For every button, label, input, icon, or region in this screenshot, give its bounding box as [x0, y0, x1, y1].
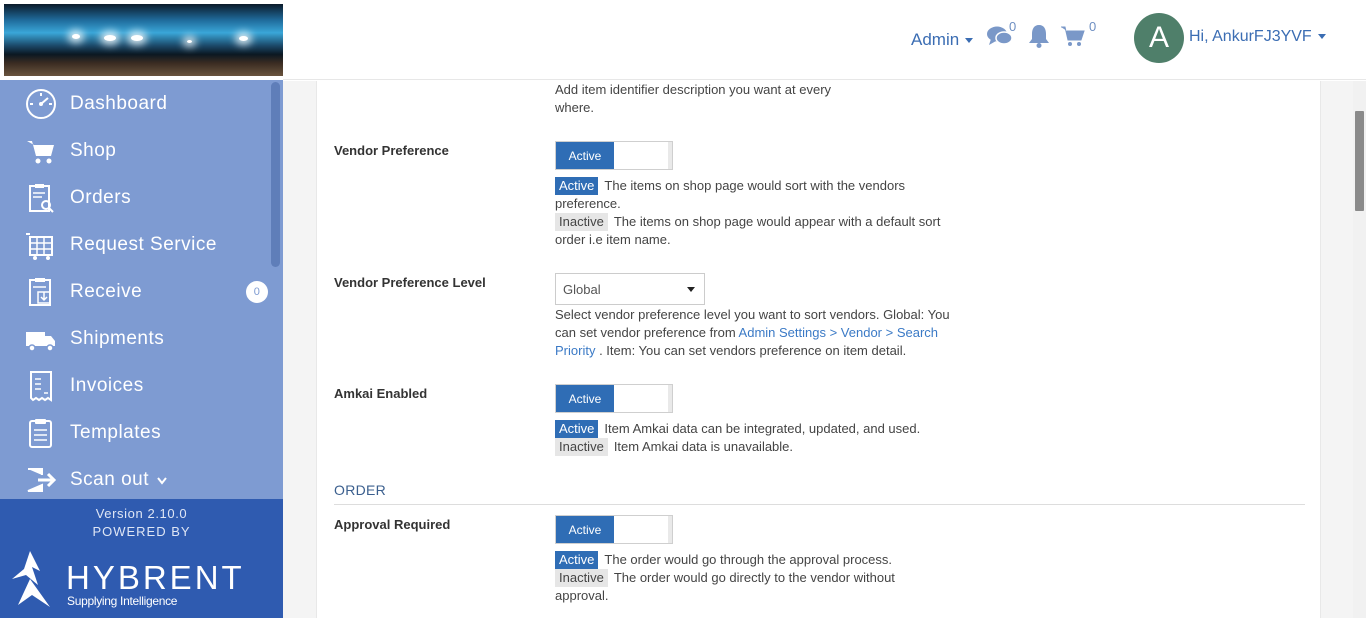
messages-count: 0 [1009, 19, 1017, 34]
version-text: Version 2.10.0 [95, 506, 188, 521]
sidebar-item-scan-out[interactable]: Scan out [0, 456, 283, 503]
request-service-icon [24, 228, 58, 262]
priority-link[interactable]: Priority [555, 343, 595, 358]
sidebar-item-dashboard[interactable]: Dashboard [0, 80, 283, 127]
section-divider [334, 504, 1305, 505]
amkai-enabled-label: Amkai Enabled [334, 386, 428, 401]
avatar[interactable]: A [1134, 13, 1184, 63]
templates-icon [24, 416, 58, 450]
admin-settings-link[interactable]: Admin Settings > Vendor > Search [739, 325, 938, 340]
order-section-title: ORDER [334, 482, 387, 498]
amkai-enabled-toggle[interactable]: Active [555, 384, 673, 413]
identifier-description: Add item identifier description you want… [555, 82, 832, 115]
sidebar-item-shop[interactable]: Shop [0, 127, 283, 174]
caret-down-icon [1317, 34, 1326, 40]
orders-icon [24, 181, 58, 215]
approval-help: Active The order would go through the app… [555, 551, 895, 603]
scan-out-icon [24, 463, 58, 497]
sidebar-item-label: Shipments [70, 327, 165, 349]
sidebar-nav: Dashboard Shop Orders Request Service Re… [0, 80, 283, 503]
receive-icon [24, 275, 58, 309]
page-scrollbar[interactable] [1353, 81, 1366, 618]
main-content: Add item identifier description you want… [283, 81, 1353, 618]
brand-name: HYBRENT [66, 559, 245, 596]
approval-required-toggle[interactable]: Active [555, 515, 673, 544]
admin-label: Admin [911, 30, 960, 49]
vendor-preference-level-select[interactable]: Global [555, 273, 705, 305]
sidebar-item-templates[interactable]: Templates [0, 409, 283, 456]
admin-dropdown[interactable]: Admin [911, 30, 974, 50]
sidebar-item-label: Orders [70, 186, 132, 208]
approval-required-label: Approval Required [334, 517, 451, 532]
header-banner-image[interactable] [4, 4, 283, 76]
sidebar: Dashboard Shop Orders Request Service Re… [0, 0, 283, 618]
chevron-down-icon [157, 469, 167, 491]
top-header: Admin 0 0 A Hi, AnkurFJ3YVF [283, 0, 1366, 80]
truck-icon [24, 322, 58, 356]
sidebar-item-label: Shop [70, 139, 117, 161]
sidebar-item-label: Templates [70, 421, 162, 443]
sidebar-item-label: Invoices [70, 374, 144, 396]
cart-icon [24, 134, 58, 168]
sidebar-item-orders[interactable]: Orders [0, 174, 283, 221]
sidebar-scrollbar[interactable] [271, 82, 280, 267]
sidebar-item-receive[interactable]: Receive 0 [0, 268, 283, 315]
caret-down-icon [965, 38, 974, 44]
caret-down-icon [687, 287, 695, 292]
sidebar-footer: Version 2.10.0 POWERED BY HYBRENT Supply… [0, 499, 283, 618]
vendor-preference-label: Vendor Preference [334, 143, 449, 158]
vendor-preference-help: Active The items on shop page would sort … [555, 177, 941, 247]
settings-panel: Add item identifier description you want… [316, 81, 1321, 618]
vendor-preference-level-label: Vendor Preference Level [334, 275, 486, 290]
vendor-preference-toggle[interactable]: Active [555, 141, 673, 170]
user-greeting: Hi, AnkurFJ3YVF [1189, 28, 1312, 45]
cart-icon[interactable] [1060, 24, 1086, 53]
sidebar-item-label: Dashboard [70, 92, 168, 114]
brand-tagline: Supplying Intelligence [67, 594, 178, 608]
receive-count-badge: 0 [246, 281, 268, 303]
sidebar-item-label: Receive [70, 280, 143, 302]
vendor-preference-level-help: Select vendor preference level you want … [555, 307, 950, 358]
sidebar-item-label: Request Service [70, 233, 217, 255]
sidebar-item-label: Scan out [70, 468, 149, 490]
dashboard-icon [24, 87, 58, 121]
amkai-help: Active Item Amkai data can be integrated,… [555, 420, 920, 456]
invoice-icon [24, 369, 58, 403]
cart-count: 0 [1089, 19, 1097, 34]
user-menu[interactable]: Hi, AnkurFJ3YVF [1189, 28, 1326, 46]
hybrent-logo-icon [10, 549, 52, 614]
logo-area [0, 0, 283, 80]
sidebar-item-invoices[interactable]: Invoices [0, 362, 283, 409]
bell-icon[interactable] [1028, 24, 1050, 53]
sidebar-item-request-service[interactable]: Request Service [0, 221, 283, 268]
page-scrollbar-thumb[interactable] [1355, 111, 1364, 211]
sidebar-item-shipments[interactable]: Shipments [0, 315, 283, 362]
powered-by-text: POWERED BY [92, 524, 191, 539]
